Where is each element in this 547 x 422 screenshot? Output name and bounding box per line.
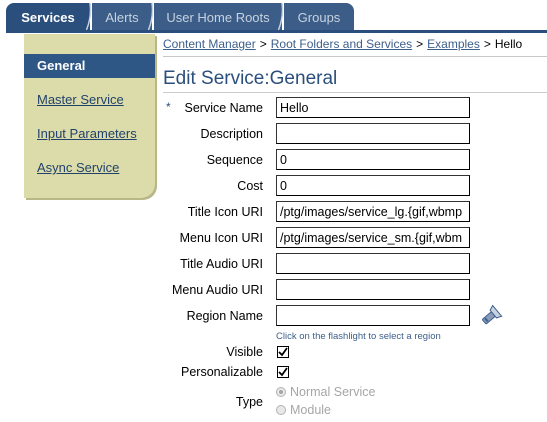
tab-user-home-roots[interactable]: User Home Roots	[154, 3, 282, 31]
tab-groups[interactable]: Groups	[284, 3, 354, 31]
page-title: Edit Service:General	[163, 68, 338, 89]
region-name-label: Region Name	[186, 309, 263, 323]
sidebar-item-input-parameters[interactable]: Input Parameters	[37, 126, 137, 141]
breadcrumb-separator: >	[416, 37, 424, 51]
cost-field[interactable]	[276, 175, 470, 196]
tab-alerts[interactable]: Alerts	[92, 3, 152, 31]
title-audio-uri-label: Title Audio URI	[180, 257, 263, 271]
type-option-normal-service[interactable]: Normal Service	[276, 385, 375, 399]
menu-audio-uri-label: Menu Audio URI	[171, 283, 263, 297]
breadcrumb-separator: >	[483, 37, 491, 51]
personalizable-checkbox[interactable]	[277, 366, 289, 378]
type-label: Type	[235, 395, 263, 409]
title-icon-uri-field[interactable]	[276, 201, 470, 222]
menu-icon-uri-label: Menu Icon URI	[179, 231, 263, 245]
radio-button[interactable]	[276, 405, 286, 415]
breadcrumb-examples[interactable]: Examples	[427, 37, 480, 51]
service-name-label: Service Name	[184, 101, 264, 115]
breadcrumb-root-folders[interactable]: Root Folders and Services	[271, 37, 412, 51]
flashlight-icon[interactable]	[479, 304, 503, 328]
sidebar-item-master-service[interactable]: Master Service	[37, 92, 124, 107]
service-name-field[interactable]	[276, 97, 470, 118]
tab-separator	[278, 3, 284, 31]
top-tab-bar: Services Alerts User Home Roots Groups	[0, 0, 547, 33]
type-option-module[interactable]: Module	[276, 403, 331, 417]
sequence-label: Sequence	[206, 153, 263, 167]
description-field[interactable]	[276, 123, 470, 144]
personalizable-label: Personalizable	[181, 365, 263, 379]
sidebar-item-async-service[interactable]: Async Service	[37, 160, 119, 175]
description-label: Description	[200, 127, 263, 141]
menu-audio-uri-field[interactable]	[276, 279, 470, 300]
tab-separator	[86, 3, 92, 31]
region-name-field[interactable]	[276, 305, 470, 326]
visible-label: Visible	[226, 345, 263, 359]
visible-checkbox[interactable]	[277, 346, 289, 358]
tab-services[interactable]: Services	[6, 3, 90, 31]
title-icon-uri-label: Title Icon URI	[187, 205, 263, 219]
radio-label: Normal Service	[290, 385, 376, 399]
tab-bar-underline	[6, 30, 547, 33]
breadcrumb-divider	[163, 56, 547, 57]
sidebar-item-general[interactable]: General	[24, 54, 155, 78]
title-divider	[163, 92, 547, 93]
radio-button[interactable]	[276, 387, 286, 397]
breadcrumb-content-manager[interactable]: Content Manager	[163, 37, 256, 51]
radio-label: Module	[290, 403, 331, 417]
tab-separator	[148, 3, 154, 31]
menu-icon-uri-field[interactable]	[276, 227, 470, 248]
breadcrumb: Content Manager > Root Folders and Service…	[163, 37, 522, 51]
breadcrumb-current: Hello	[494, 37, 523, 51]
breadcrumb-separator: >	[259, 37, 267, 51]
checkmark-icon	[278, 347, 288, 357]
required-marker: *	[166, 100, 171, 114]
cost-label: Cost	[237, 179, 263, 193]
region-hint: Click on the flashlight to select a regi…	[276, 331, 441, 342]
sequence-field[interactable]	[276, 149, 470, 170]
title-audio-uri-field[interactable]	[276, 253, 470, 274]
checkmark-icon	[278, 367, 288, 377]
